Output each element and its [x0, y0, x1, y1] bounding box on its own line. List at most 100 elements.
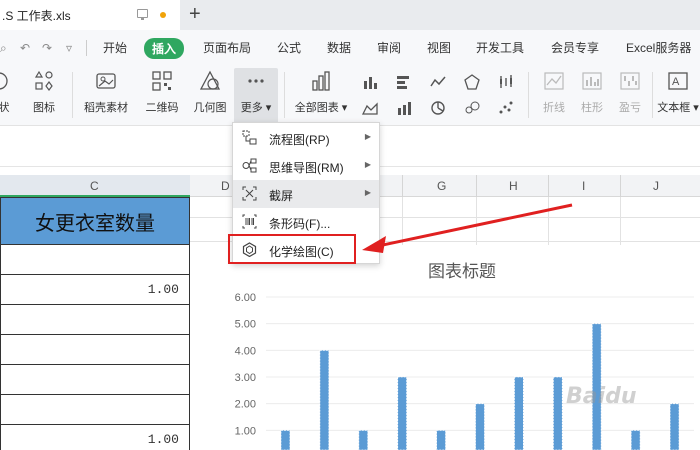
divider: [284, 72, 285, 118]
bubble-chart-icon[interactable]: [464, 100, 480, 116]
column-header-c[interactable]: C: [0, 175, 190, 197]
table-cell[interactable]: [0, 335, 190, 365]
tab-developer[interactable]: 开发工具: [476, 39, 524, 56]
table-cell[interactable]: 1.00: [0, 275, 190, 305]
chart-bar[interactable]: [669, 403, 680, 450]
material-button[interactable]: 稻壳素材: [80, 70, 132, 115]
chevron-down-icon[interactable]: ▿: [66, 41, 72, 55]
table-cell[interactable]: [0, 365, 190, 395]
screen-icon[interactable]: [137, 9, 148, 20]
column-header-cell[interactable]: 女更衣室数量: [0, 197, 190, 245]
sparkline-column-label: 柱形: [581, 102, 603, 114]
chart-bar[interactable]: [358, 429, 369, 450]
divider: [72, 72, 73, 118]
barcode-icon: [242, 214, 257, 229]
tab-data[interactable]: 数据: [327, 39, 351, 56]
watermark: Baidu: [566, 384, 637, 409]
stock-chart-icon[interactable]: [498, 74, 514, 90]
column-header-d[interactable]: D: [221, 179, 230, 193]
ribbon-tab-bar: ⌕ ↶ ↷ ▿ 开始 插入 页面布局 公式 数据 审阅 视图 开发工具 会员专享…: [0, 30, 700, 64]
geometry-button[interactable]: 几何图: [190, 70, 230, 115]
chart-bar[interactable]: [514, 376, 524, 450]
tab-home[interactable]: 开始: [103, 39, 127, 56]
sparkline-line-button[interactable]: 折线: [536, 70, 572, 115]
chart-bar[interactable]: [280, 429, 291, 450]
table-cell[interactable]: [0, 245, 190, 275]
tab-member[interactable]: 会员专享: [551, 39, 599, 56]
menu-item-label: 思维导图(RM): [269, 161, 344, 175]
textbox-label: 文本框 ▾: [657, 102, 699, 114]
tab-insert[interactable]: 插入: [144, 38, 185, 59]
screenshot-icon: [242, 186, 257, 201]
document-tab-title: .S 工作表.xls: [2, 8, 71, 23]
radar-chart-icon[interactable]: [464, 74, 480, 90]
menu-item-flowchart[interactable]: 流程图(RP) ▶: [233, 124, 379, 152]
new-tab-button[interactable]: +: [189, 2, 201, 26]
redo-icon[interactable]: ↷: [42, 41, 52, 55]
svg-text:A: A: [672, 76, 680, 88]
column-header-j[interactable]: J: [653, 179, 659, 193]
chart-bar[interactable]: [475, 403, 485, 450]
qrcode-icon: [152, 71, 172, 91]
tab-view[interactable]: 视图: [427, 39, 451, 56]
all-charts-button[interactable]: 全部图表 ▾: [292, 70, 350, 115]
menu-item-label: 流程图(RP): [269, 133, 330, 147]
divider: [528, 72, 529, 118]
menu-item-label: 条形码(F)...: [269, 217, 331, 231]
chart-bar[interactable]: [319, 349, 330, 450]
table-cell[interactable]: [0, 395, 190, 425]
column-header-i[interactable]: I: [582, 179, 585, 193]
document-tab[interactable]: .S 工作表.xls: [0, 0, 180, 30]
scatter-chart-icon[interactable]: [498, 100, 514, 116]
menu-item-mindmap[interactable]: 思维导图(RM) ▶: [233, 152, 379, 180]
undo-icon[interactable]: ↶: [20, 41, 30, 55]
tab-review[interactable]: 审阅: [377, 39, 401, 56]
divider: [548, 175, 549, 197]
tab-formulas[interactable]: 公式: [277, 39, 301, 56]
textbox-button[interactable]: A 文本框 ▾: [656, 70, 700, 115]
icons-label: 图标: [33, 102, 55, 114]
grid-line: [476, 197, 477, 247]
sparkline-line-label: 折线: [543, 102, 565, 114]
shapes-button[interactable]: 状: [0, 70, 16, 115]
menu-item-screenshot[interactable]: 截屏 ▶: [233, 180, 379, 208]
chart-bar[interactable]: [397, 376, 408, 450]
textbox-icon: A: [668, 72, 688, 90]
chart-bar[interactable]: [552, 376, 563, 450]
title-bar: .S 工作表.xls +: [0, 0, 700, 30]
more-button[interactable]: 更多 ▾: [234, 68, 278, 124]
sparkline-column-button[interactable]: 柱形: [574, 70, 610, 115]
sparkline-winloss-button[interactable]: 盈亏: [612, 70, 648, 115]
grid-line: [548, 197, 549, 247]
search-icon[interactable]: ⌕: [0, 41, 7, 56]
y-tick-label: 3.00: [235, 372, 256, 384]
divider: [86, 40, 87, 56]
sparkline-line-icon: [544, 72, 564, 90]
column-chart-icon[interactable]: [362, 74, 378, 90]
table-cell[interactable]: 1.00: [0, 425, 190, 450]
qrcode-button[interactable]: 二维码: [142, 70, 182, 115]
area-chart-icon[interactable]: [362, 100, 378, 116]
chart[interactable]: 图表标题 6.00 5.00 4.00 3.00 2.00 1.00: [224, 245, 700, 450]
column-header-g[interactable]: G: [437, 179, 446, 193]
material-label: 稻壳素材: [84, 102, 128, 114]
sparkline-winloss-label: 盈亏: [619, 102, 641, 114]
column-header-h[interactable]: H: [509, 179, 518, 193]
tab-page-layout[interactable]: 页面布局: [203, 39, 251, 56]
chart-bar[interactable]: [630, 429, 641, 450]
flowchart-icon: [242, 130, 257, 145]
unsaved-dot-icon: [160, 12, 166, 18]
pie-chart-icon[interactable]: [430, 100, 446, 116]
menu-item-label: 截屏: [269, 189, 294, 203]
chevron-right-icon: ▶: [364, 132, 371, 141]
icons-button[interactable]: 图标: [24, 70, 64, 115]
chart-bar[interactable]: [436, 429, 446, 450]
icons-icon: [34, 70, 53, 91]
geometry-label: 几何图: [193, 102, 227, 114]
line-chart-icon[interactable]: [430, 74, 446, 90]
bar-chart-icon[interactable]: [396, 74, 412, 90]
tab-excel-server[interactable]: Excel服务器: [626, 39, 691, 56]
table-cell[interactable]: [0, 305, 190, 335]
menu-item-barcode[interactable]: 条形码(F)...: [233, 208, 379, 236]
combo-chart-icon[interactable]: [396, 100, 412, 116]
